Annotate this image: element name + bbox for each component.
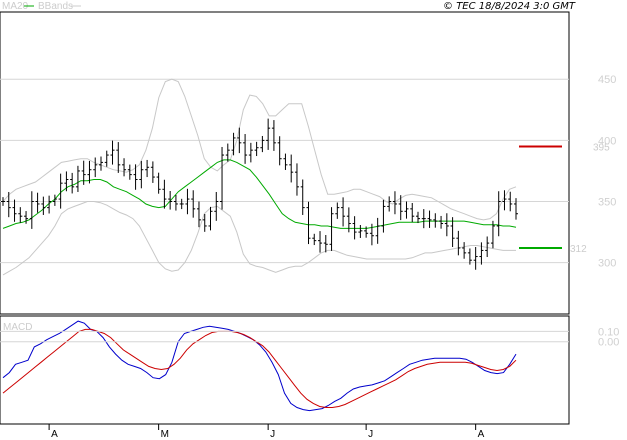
price-tick-label: 300 bbox=[598, 258, 616, 270]
month-label: A bbox=[478, 429, 485, 440]
chart-root: MA20 BBands © TEC 18/8/2024 3:0 GMT 3953… bbox=[0, 1, 619, 440]
macd-tick-label: 0.10 bbox=[598, 326, 619, 338]
support-label: 312 bbox=[570, 244, 587, 255]
macd-tick-label: 0.00 bbox=[598, 337, 619, 349]
month-label: J bbox=[270, 429, 275, 440]
price-tick-label: 350 bbox=[598, 197, 616, 209]
copyright-text: © TEC 18/8/2024 3:0 GMT bbox=[443, 1, 576, 12]
month-axis: AMJJA bbox=[48, 424, 485, 440]
price-axis: 300 350 400 450 bbox=[598, 74, 616, 269]
bbands-label: BBands bbox=[38, 1, 73, 12]
price-tick-label: 450 bbox=[598, 74, 616, 86]
price-tick-label: 400 bbox=[598, 135, 616, 147]
month-label: M bbox=[161, 429, 169, 440]
month-label: J bbox=[368, 429, 373, 440]
month-label: A bbox=[51, 429, 58, 440]
